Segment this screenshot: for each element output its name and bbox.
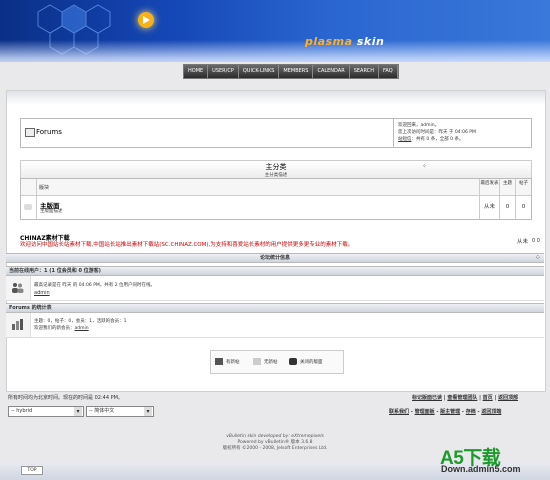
nav-faq[interactable]: FAQ: [378, 65, 398, 78]
footer-links-top: 标记版面已读 | 查看管理团队 | 首页 | 返回顶部: [412, 395, 518, 401]
new-posts-icon: [215, 358, 223, 365]
style-select[interactable]: -- hybrid: [8, 406, 84, 417]
forum-desc: 主版面描述: [40, 209, 63, 214]
col-posts: 帖子: [515, 179, 531, 197]
back-to-top-link[interactable]: 返回顶端: [481, 409, 501, 415]
online-users-header[interactable]: 当前在线用户：1 (1 位会员和 0 位游客): [6, 266, 544, 276]
forum-stats-header: Forums 的统计表: [6, 303, 544, 313]
category-title[interactable]: 主分类: [21, 162, 531, 172]
nav-quicklinks[interactable]: QUICK-LINKS: [238, 65, 280, 78]
forum-status-icon: [24, 204, 32, 210]
no-new-posts-icon: [253, 358, 261, 365]
forum-stats-row: 主题：0，帖子：0，会员：1，活跃的会员：1 欢迎我们的新会员：admin: [6, 313, 544, 338]
stats-collapse-icon[interactable]: ⁘: [536, 254, 540, 262]
brand-skin: skin: [356, 35, 385, 48]
brand-logo[interactable]: plasma skin: [305, 35, 384, 48]
view-team-link[interactable]: 查看管理团队: [447, 395, 477, 401]
table-row[interactable]: 主版面 主版面描述 从未 0 0: [21, 196, 531, 219]
forum-posts: 0: [515, 196, 531, 219]
nav-home[interactable]: HOME: [184, 65, 209, 78]
online-users-title[interactable]: 当前在线用户：1 (1 位会员和 0 位游客): [9, 268, 101, 274]
main-nav: HOME USER/CP QUICK-LINKS MEMBERS CALENDA…: [183, 64, 399, 79]
pm-count: ：共有 0 条，全部 0 条。: [411, 137, 464, 142]
back-top-link[interactable]: 返回顶部: [498, 395, 518, 401]
watermark-url: Down.admin5.com: [441, 464, 521, 474]
ad-text[interactable]: 欢迎访问中国站长站素材下载,中国站长站推出素材下载站(SC.CHINAZ.COM…: [20, 241, 500, 249]
pm-link[interactable]: 站短信: [398, 137, 412, 142]
stats-header-text: 论坛统计信息: [259, 255, 290, 261]
page-title: Forums: [36, 128, 62, 136]
logo-arrow-icon: [138, 12, 154, 28]
forum-stats-text: 主题：0，帖子：0，会员：1，活跃的会员：1: [34, 319, 127, 324]
online-record-text: 最高记录是在 昨天 的 04:06 PM，共有 2 位用户同时在线。: [34, 283, 156, 288]
users-icon: [12, 283, 24, 293]
forum-last-post: 从未: [479, 196, 499, 219]
ad-count: 0 0: [532, 238, 540, 244]
banner-swirl: [0, 40, 550, 62]
timezone-text: 所有时间均为北京时间。现在的时间是 02:44 PM。: [8, 395, 123, 401]
collapse-icon[interactable]: ⁘: [422, 163, 427, 170]
nav-members[interactable]: MEMBERS: [279, 65, 314, 78]
footer-links-bottom: 联系我们 - 管理面板 - 版主管理 - 存档 - 返回顶端: [389, 409, 502, 415]
newest-member-link[interactable]: admin: [75, 326, 89, 331]
mod-panel-link[interactable]: 版主管理: [440, 409, 460, 415]
header-banner: plasma skin: [0, 0, 550, 62]
archive-link[interactable]: 存档: [466, 409, 476, 415]
col-last-post: 最后发表: [479, 179, 499, 197]
online-user-link[interactable]: admin: [34, 290, 50, 296]
admin-panel-link[interactable]: 管理面板: [415, 409, 435, 415]
stats-chart-icon: [12, 319, 23, 330]
legend-nonew: 无新帖: [264, 360, 278, 365]
welcome-text: 欢迎回来，admin。: [398, 123, 440, 128]
language-select[interactable]: -- 简体中文: [86, 406, 154, 417]
breadcrumb-box: Forums 欢迎回来，admin。 您上次访问时间是：昨天 于 04:06 P…: [20, 118, 532, 148]
stats-header: 论坛统计信息 ⁘: [6, 253, 544, 263]
forum-home-icon[interactable]: [25, 128, 35, 137]
brand-plasma: plasma: [305, 35, 353, 48]
nav-calendar[interactable]: CALENDAR: [313, 65, 350, 78]
forum-threads: 0: [499, 196, 515, 219]
col-forum: 版块: [39, 185, 50, 191]
home-link[interactable]: 首页: [483, 395, 493, 401]
forum-table: 版块 最后发表 主题 帖子 主版面 主版面描述 从未 0 0: [20, 178, 532, 220]
closed-forum-icon: [289, 358, 297, 365]
contact-link[interactable]: 联系我们: [389, 409, 409, 415]
mark-read-link[interactable]: 标记版面已读: [412, 395, 442, 401]
legend-closed: 关闭的版面: [300, 360, 323, 365]
col-threads: 主题: [499, 179, 515, 197]
online-users-row: 最高记录是在 昨天 的 04:06 PM，共有 2 位用户同时在线。 admin: [6, 276, 544, 301]
newest-member-label: 欢迎我们的新会员：: [34, 326, 75, 331]
nav-usercp[interactable]: USER/CP: [208, 65, 239, 78]
top-tab[interactable]: TOP: [21, 466, 43, 475]
last-visit-text: 您上次访问时间是：昨天 于 04:06 PM: [398, 130, 476, 135]
ad-last-post: 从未: [517, 239, 529, 245]
icon-legend: 有新帖 无新帖 关闭的版面: [210, 350, 344, 374]
nav-search[interactable]: SEARCH: [349, 65, 379, 78]
legend-new: 有新帖: [226, 360, 240, 365]
forum-stats-title: Forums 的统计表: [9, 305, 52, 311]
